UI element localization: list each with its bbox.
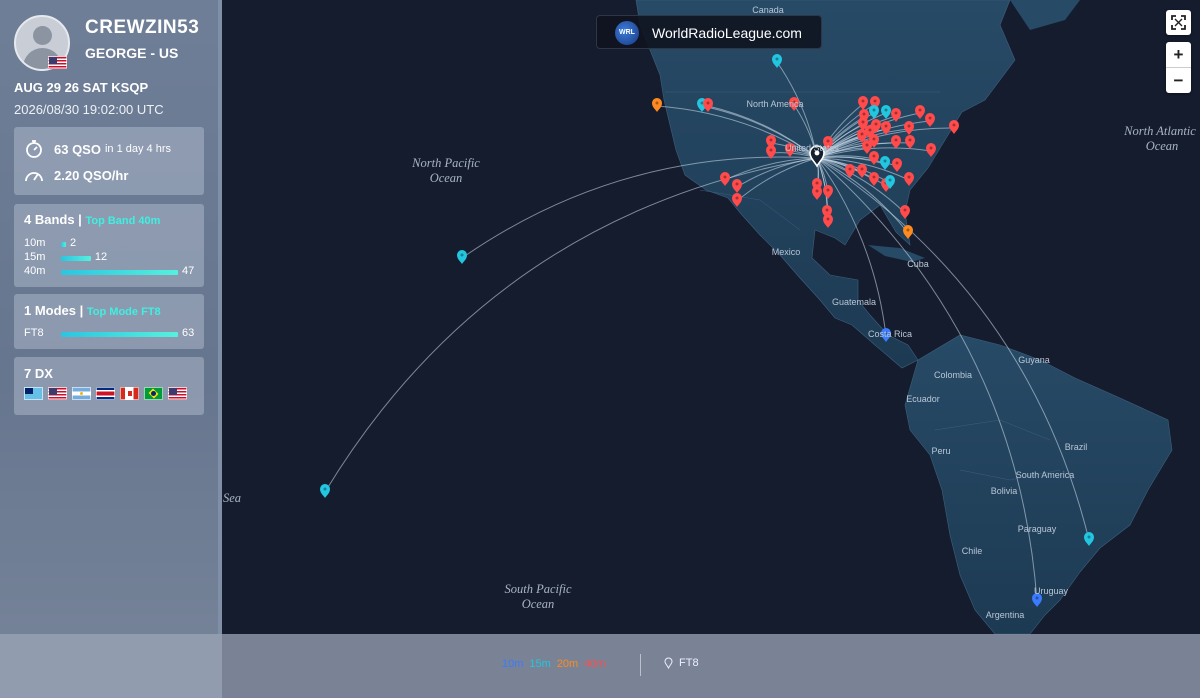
map-label-north-america: North America xyxy=(746,99,803,109)
event-name: AUG 29 26 SAT KSQP xyxy=(14,80,149,95)
bar-row-40m: 40m 47 xyxy=(24,265,196,278)
map-label-bolivia: Bolivia xyxy=(991,486,1018,496)
zoom-in-button[interactable]: + xyxy=(1166,42,1191,67)
legend-band-40m: 40m xyxy=(584,658,606,670)
dx-flags xyxy=(24,387,187,400)
callsign: CREWZIN53 xyxy=(85,17,200,38)
map-label-guyana: Guyana xyxy=(1018,355,1050,365)
qso-count: 63 QSO xyxy=(54,141,101,157)
legend-band-15m: 15m xyxy=(529,658,551,670)
bar-fill xyxy=(61,332,178,337)
modes-card: 1 Modes | Top Mode FT8 FT8 63 xyxy=(14,294,204,349)
bar-fill xyxy=(61,270,178,275)
zoom-out-button[interactable]: − xyxy=(1166,68,1191,93)
brazil-flag-icon xyxy=(144,387,163,400)
legend-band-20m: 20m xyxy=(556,658,579,670)
band-legend: 10m 15m 20m 40m xyxy=(502,658,612,670)
argentina-flag-icon xyxy=(72,387,91,400)
mode-legend: FT8 xyxy=(664,657,699,669)
dx-card: 7 DX xyxy=(14,357,204,415)
bar-value: 2 xyxy=(69,237,77,249)
map-label-colombia: Colombia xyxy=(934,370,972,380)
map-label-sea: Sea xyxy=(223,491,241,505)
bar-row-15m: 15m 12 xyxy=(24,251,196,264)
bar-value: 63 xyxy=(182,327,195,339)
map-label-canada: Canada xyxy=(752,5,784,15)
map-label-south-pacific: South Pacific xyxy=(505,582,572,596)
bar-row-10m: 10m 2 xyxy=(24,237,196,250)
map-label-chile: Chile xyxy=(962,546,983,556)
bands-title: 4 Bands | Top Band 40m xyxy=(24,212,161,227)
bar-label: 40m xyxy=(24,265,46,277)
stopwatch-icon xyxy=(26,140,42,158)
map-label-north-atlantic: North Atlantic xyxy=(1123,124,1196,138)
map-label-paraguay: Paraguay xyxy=(1018,524,1057,534)
costa-rica-flag-icon xyxy=(96,387,115,400)
legend-band-10m: 10m xyxy=(502,658,524,670)
map-label-guatemala: Guatemala xyxy=(832,297,876,307)
fullscreen-control[interactable] xyxy=(1166,10,1191,35)
usa-flag-icon xyxy=(48,387,67,400)
bands-card: 4 Bands | Top Band 40m 10m 2 15m 12 40m 47 xyxy=(14,204,204,287)
fiji-flag-icon xyxy=(24,387,43,400)
wrl-brand-text: WorldRadioLeague.com xyxy=(652,25,802,41)
map-label-north-pacific-ocean: Ocean xyxy=(430,171,463,185)
bar-value: 47 xyxy=(182,265,195,277)
qso-duration: in 1 day 4 hrs xyxy=(104,143,172,155)
dx-title: 7 DX xyxy=(24,366,53,381)
map-label-brazil: Brazil xyxy=(1065,442,1088,452)
usa-flag-icon xyxy=(168,387,187,400)
map-label-south-america: South America xyxy=(1016,470,1075,480)
bar-fill xyxy=(61,256,91,261)
map-label-united-states: United States xyxy=(785,143,840,153)
top-band-label: Top Band 40m xyxy=(85,215,161,227)
map-label-south-pacific-ocean: Ocean xyxy=(522,597,555,611)
fullscreen-icon[interactable] xyxy=(1166,10,1191,35)
bar-row-ft8: FT8 63 xyxy=(24,327,196,340)
legend-divider xyxy=(640,654,641,676)
timestamp: 2026/08/30 19:02:00 UTC xyxy=(14,102,164,117)
bar-value: 12 xyxy=(94,251,108,263)
map-label-ecuador: Ecuador xyxy=(906,394,940,404)
bar-fill xyxy=(61,242,66,247)
speedometer-icon xyxy=(25,172,43,182)
map-label-north-pacific: North Pacific xyxy=(411,156,480,170)
mode-legend-label: FT8 xyxy=(679,657,699,669)
modes-title: 1 Modes | Top Mode FT8 xyxy=(24,303,161,318)
usa-flag-icon xyxy=(48,56,67,69)
bar-label: FT8 xyxy=(24,327,44,339)
qso-card: 63 QSO in 1 day 4 hrs 2.20 QSO/hr xyxy=(14,127,204,195)
zoom-control: + − xyxy=(1166,42,1191,93)
map-label-costa-rica: Costa Rica xyxy=(868,329,912,339)
wrl-logo: WRL xyxy=(615,21,639,45)
map-label-peru: Peru xyxy=(931,446,950,456)
map-label-cuba: Cuba xyxy=(907,259,929,269)
bar-label: 10m xyxy=(24,237,46,249)
map-label-uruguay: Uruguay xyxy=(1034,586,1069,596)
map-label-north-atlantic-ocean: Ocean xyxy=(1146,139,1179,153)
canada-flag-icon xyxy=(120,387,139,400)
bar-label: 15m xyxy=(24,251,46,263)
station-sidebar: CREWZIN53 GEORGE - US AUG 29 26 SAT KSQP… xyxy=(0,0,218,634)
qso-rate-row: 2.20 QSO/hr xyxy=(24,167,128,183)
location-pin-icon xyxy=(664,657,673,669)
wrl-brand-badge[interactable]: WRL WorldRadioLeague.com xyxy=(596,15,822,49)
map-label-mexico: Mexico xyxy=(772,247,801,257)
top-mode-label: Top Mode FT8 xyxy=(86,306,161,318)
qso-count-row: 63 QSO in 1 day 4 hrs xyxy=(24,139,171,159)
legend-footer: 10m 15m 20m 40m FT8 xyxy=(0,634,1200,698)
operator-name: GEORGE - US xyxy=(85,45,179,61)
map-label-argentina: Argentina xyxy=(986,610,1025,620)
qso-rate: 2.20 QSO/hr xyxy=(54,167,129,183)
